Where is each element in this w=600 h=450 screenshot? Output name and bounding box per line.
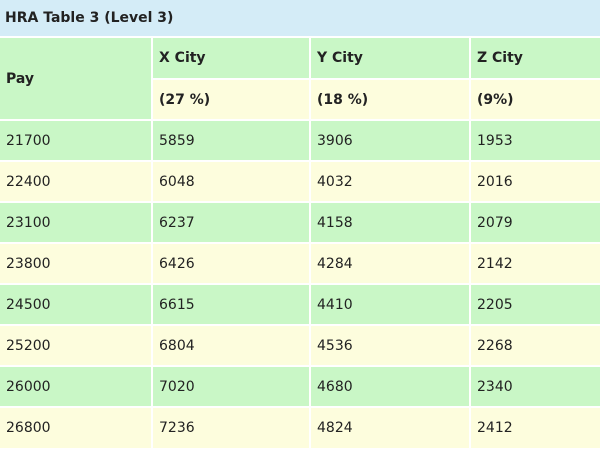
pay-cell: 23100 <box>0 202 153 244</box>
pay-cell: 24500 <box>0 284 153 326</box>
header-y-city: Y City <box>310 38 471 80</box>
table-title: HRA Table 3 (Level 3) <box>0 0 600 38</box>
header-x-rate: (27 %) <box>152 79 311 121</box>
header-y-rate: (18 %) <box>310 79 471 121</box>
z-city-cell: 2268 <box>470 325 600 367</box>
y-city-cell: 4824 <box>310 407 471 448</box>
table-row: 24500 6615 4410 2205 <box>0 284 600 326</box>
y-city-cell: 4410 <box>310 284 471 326</box>
x-city-cell: 7020 <box>152 366 311 408</box>
table-row: 25200 6804 4536 2268 <box>0 325 600 367</box>
x-city-cell: 7236 <box>152 407 311 448</box>
z-city-cell: 2340 <box>470 366 600 408</box>
header-row-cities: Pay X City Y City Z City <box>0 38 600 121</box>
z-city-cell: 2412 <box>470 407 600 448</box>
pay-cell: 21700 <box>0 120 153 162</box>
header-z-rate: (9%) <box>470 79 600 121</box>
table-row: 22400 6048 4032 2016 <box>0 161 600 203</box>
hra-table: HRA Table 3 (Level 3) Pay X City Y City … <box>0 0 600 450</box>
x-city-cell: 6237 <box>152 202 311 244</box>
x-city-cell: 6048 <box>152 161 311 203</box>
z-city-cell: 2016 <box>470 161 600 203</box>
x-city-cell: 6615 <box>152 284 311 326</box>
table-row: 26800 7236 4824 2412 <box>0 407 600 448</box>
z-city-cell: 2205 <box>470 284 600 326</box>
table-row: 23800 6426 4284 2142 <box>0 243 600 285</box>
x-city-cell: 6426 <box>152 243 311 285</box>
pay-cell: 22400 <box>0 161 153 203</box>
pay-cell: 23800 <box>0 243 153 285</box>
x-city-cell: 5859 <box>152 120 311 162</box>
x-city-cell: 6804 <box>152 325 311 367</box>
z-city-cell: 2079 <box>470 202 600 244</box>
table-row: 23100 6237 4158 2079 <box>0 202 600 244</box>
header-z-city: Z City <box>470 38 600 80</box>
y-city-cell: 4680 <box>310 366 471 408</box>
z-city-cell: 1953 <box>470 120 600 162</box>
y-city-cell: 4032 <box>310 161 471 203</box>
y-city-cell: 4158 <box>310 202 471 244</box>
pay-cell: 26800 <box>0 407 153 448</box>
header-x-city: X City <box>152 38 311 80</box>
y-city-cell: 3906 <box>310 120 471 162</box>
y-city-cell: 4284 <box>310 243 471 285</box>
header-pay: Pay <box>0 38 153 121</box>
z-city-cell: 2142 <box>470 243 600 285</box>
table-row: 21700 5859 3906 1953 <box>0 120 600 162</box>
pay-cell: 25200 <box>0 325 153 367</box>
table-row: 26000 7020 4680 2340 <box>0 366 600 408</box>
hra-data-table: Pay X City Y City Z City (27 %) (18 %) (… <box>0 38 600 448</box>
y-city-cell: 4536 <box>310 325 471 367</box>
pay-cell: 26000 <box>0 366 153 408</box>
